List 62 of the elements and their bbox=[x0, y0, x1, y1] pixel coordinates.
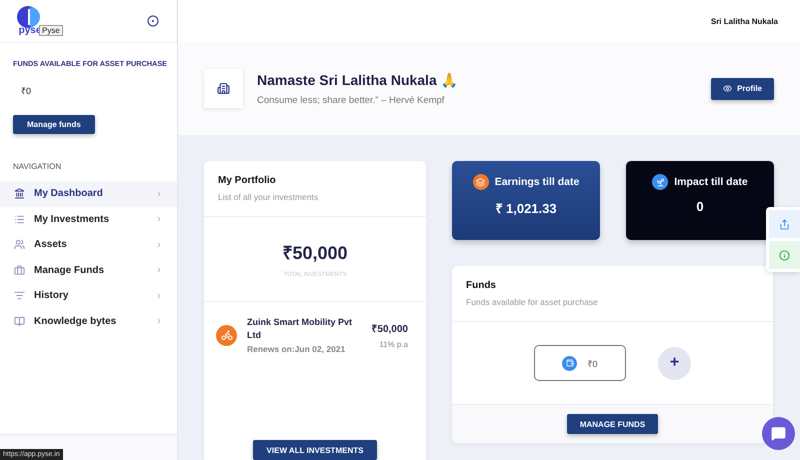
nav-label: My Dashboard bbox=[34, 188, 104, 200]
renewal-date: Renews on:Jun 02, 2021 bbox=[247, 344, 346, 354]
nav-item[interactable]: Knowledge bytes bbox=[0, 308, 177, 334]
stat-value: ₹ 1,021.33 bbox=[495, 200, 557, 217]
total-value: ₹50,000 bbox=[282, 242, 348, 264]
chat-button[interactable] bbox=[762, 417, 795, 450]
nav-item[interactable]: Manage Funds bbox=[0, 258, 177, 283]
chevron-icon bbox=[155, 266, 163, 274]
info-icon bbox=[779, 250, 790, 260]
logo-icon bbox=[17, 6, 43, 28]
stat-value: 0 bbox=[696, 199, 704, 214]
manage-funds-button[interactable]: Manage funds bbox=[13, 115, 95, 134]
nav-label: Knowledge bytes bbox=[34, 316, 118, 327]
share-icon bbox=[779, 218, 790, 230]
wallet-value: ₹0 bbox=[587, 358, 598, 370]
profile-button[interactable]: Profile bbox=[711, 78, 774, 100]
nav-label: Manage Funds bbox=[34, 264, 106, 276]
nav-item[interactable]: My Dashboard bbox=[0, 181, 177, 206]
list-icon bbox=[14, 214, 25, 225]
eye-icon bbox=[723, 84, 732, 93]
interest-rate: 11% p.a bbox=[379, 340, 408, 350]
bank-icon bbox=[14, 188, 25, 200]
nav-item[interactable]: Assets bbox=[0, 232, 177, 258]
stat-title: Earnings till date bbox=[494, 176, 580, 188]
nav-item[interactable]: My Investments bbox=[0, 206, 177, 232]
card-title: My Portfolio bbox=[218, 175, 277, 186]
chevron-icon bbox=[155, 240, 163, 249]
add-button[interactable]: + bbox=[658, 346, 691, 380]
greeting: Namaste Sri Lalitha Nukala 🙏 bbox=[257, 72, 459, 88]
nav-label: Assets bbox=[34, 239, 68, 250]
toggle-icon[interactable] bbox=[147, 15, 159, 27]
user-name[interactable]: Sri Lalitha Nukala bbox=[710, 16, 778, 26]
chevron-icon bbox=[155, 292, 163, 300]
nav-label: History bbox=[34, 290, 70, 302]
building-icon bbox=[217, 82, 230, 95]
wallet-icon bbox=[562, 356, 578, 370]
bike-icon bbox=[216, 324, 237, 346]
card-subtitle: List of all your investments bbox=[218, 192, 320, 202]
investment-name[interactable]: Zuink Smart Mobility Pvt Ltd bbox=[247, 316, 362, 342]
filter-icon bbox=[14, 290, 25, 302]
briefcase-icon bbox=[14, 264, 25, 276]
chevron-icon bbox=[155, 215, 163, 224]
view-all-button[interactable]: VIEW ALL INVESTMENTS bbox=[252, 440, 378, 460]
quote: Consume less; share better.” – Hervé Kempf bbox=[257, 94, 446, 106]
sprout-icon bbox=[652, 174, 668, 190]
chevron-icon bbox=[155, 317, 163, 326]
chevron-icon bbox=[155, 190, 163, 198]
users-icon bbox=[14, 239, 25, 250]
card-title: Funds bbox=[466, 280, 497, 291]
investment-amount: ₹50,000 bbox=[371, 323, 408, 336]
nav-item[interactable]: History bbox=[0, 283, 177, 308]
book-icon bbox=[14, 316, 25, 327]
nav-heading: NAVIGATION bbox=[12, 161, 62, 173]
share-button[interactable] bbox=[769, 210, 800, 238]
tooltip: Pyse bbox=[39, 25, 63, 36]
funds-value: ₹0 bbox=[21, 85, 32, 97]
chat-icon bbox=[771, 426, 786, 441]
card-subtitle: Funds available for asset purchase bbox=[466, 297, 599, 307]
manage-funds-button[interactable]: MANAGE FUNDS bbox=[566, 414, 658, 434]
nav-label: My Investments bbox=[34, 214, 110, 225]
stat-title: Impact till date bbox=[674, 176, 748, 188]
coins-icon bbox=[472, 174, 489, 190]
